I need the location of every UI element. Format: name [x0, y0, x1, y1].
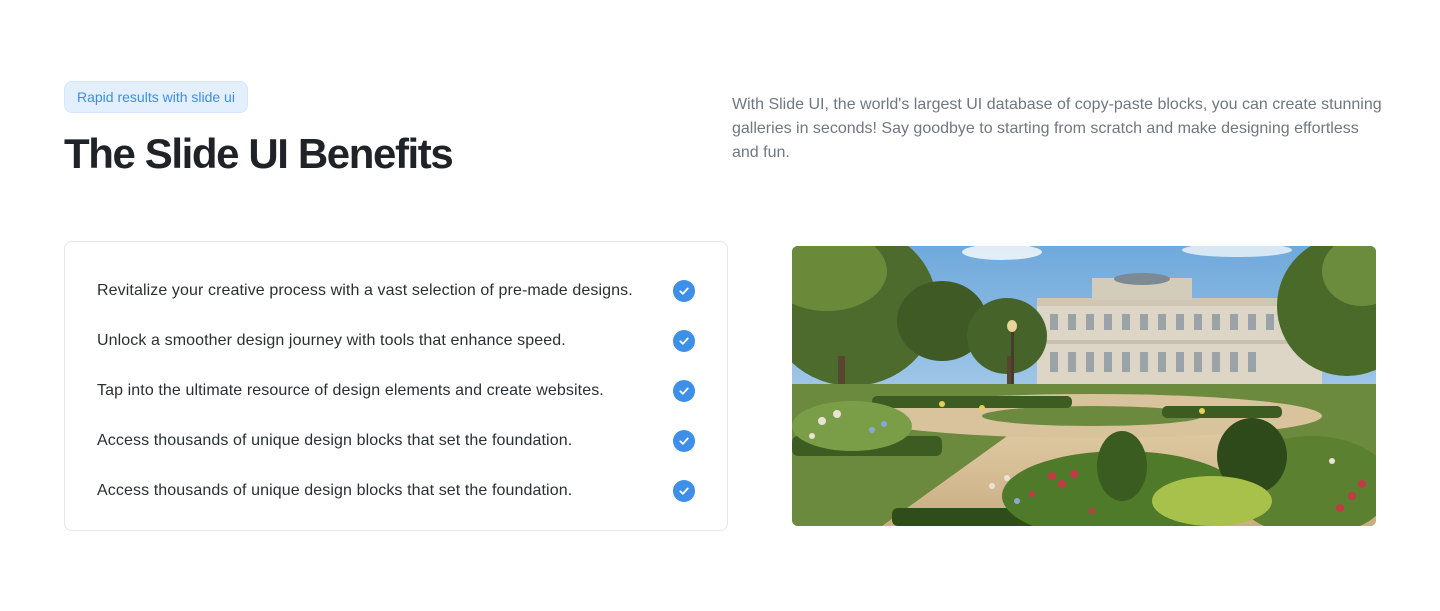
check-circle-icon — [673, 480, 695, 502]
section-description: With Slide UI, the world's largest UI da… — [732, 96, 1382, 161]
palace-garden-illustration — [792, 246, 1376, 526]
benefit-text: Access thousands of unique design blocks… — [97, 482, 573, 499]
benefit-item: Access thousands of unique design blocks… — [97, 416, 695, 466]
benefit-item: Tap into the ultimate resource of design… — [97, 366, 695, 416]
check-circle-icon — [673, 430, 695, 452]
check-circle-icon — [673, 330, 695, 352]
benefit-text: Revitalize your creative process with a … — [97, 282, 633, 299]
benefit-text: Tap into the ultimate resource of design… — [97, 382, 604, 399]
check-circle-icon — [673, 380, 695, 402]
benefit-item: Access thousands of unique design blocks… — [97, 466, 695, 516]
section-badge: Rapid results with slide ui — [64, 81, 248, 113]
benefits-card: Revitalize your creative process with a … — [64, 241, 728, 531]
benefit-text: Unlock a smoother design journey with to… — [97, 332, 566, 349]
benefit-text: Access thousands of unique design blocks… — [97, 432, 573, 449]
palace-garden-image — [792, 246, 1376, 526]
benefit-item: Unlock a smoother design journey with to… — [97, 316, 695, 366]
section-title: The Slide UI Benefits — [64, 130, 454, 177]
benefit-item: Revitalize your creative process with a … — [97, 266, 695, 316]
check-circle-icon — [673, 280, 695, 302]
